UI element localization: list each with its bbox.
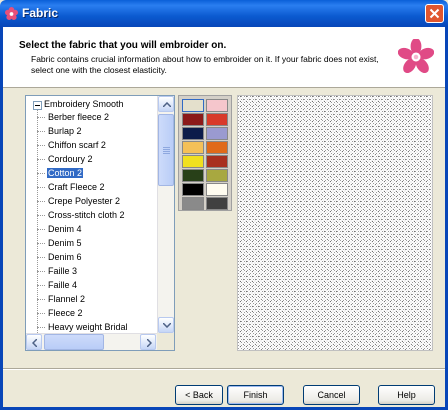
tree-connector [37, 215, 45, 217]
finish-button[interactable]: Finish [227, 385, 284, 405]
color-swatch[interactable] [182, 197, 204, 210]
tree-item-label: Flannel 2 [48, 294, 86, 304]
color-swatch[interactable] [182, 113, 204, 126]
tree-connector [37, 327, 45, 329]
chevron-left-icon [32, 339, 37, 347]
close-button[interactable] [425, 4, 444, 23]
tree-connector [37, 131, 45, 133]
back-button[interactable]: < Back [175, 385, 223, 405]
fabric-tree-panel: Embroidery Smooth Berber fleece 2 Burlap … [25, 95, 175, 351]
tree-item-label: Faille 3 [48, 266, 78, 276]
color-swatch[interactable] [182, 169, 204, 182]
wizard-header: Select the fabric that you will embroide… [3, 27, 445, 88]
chevron-up-icon [163, 102, 171, 107]
tree-item-label: Crepe Polyester 2 [48, 196, 121, 206]
tree-item[interactable]: Denim 6 [37, 251, 83, 264]
color-swatch[interactable] [206, 183, 228, 196]
tree-item[interactable]: Fleece 2 [37, 307, 84, 320]
scroll-up-button[interactable] [158, 96, 174, 112]
tree-connector [37, 313, 45, 315]
tree-item[interactable]: Cross-stitch cloth 2 [37, 209, 126, 222]
help-button[interactable]: Help [378, 385, 435, 405]
tree-item[interactable]: Denim 4 [37, 223, 83, 236]
tree-root-label: Embroidery Smooth [44, 99, 124, 109]
tree-item[interactable]: Crepe Polyester 2 [37, 195, 121, 208]
color-swatch[interactable] [182, 155, 204, 168]
tree-item-label: Denim 6 [48, 252, 82, 262]
tree-connector [37, 187, 45, 189]
tree-connector [37, 285, 45, 287]
tree-connector [37, 243, 45, 245]
fabric-texture [238, 96, 432, 350]
close-icon [429, 8, 440, 19]
vertical-scrollbar[interactable] [157, 96, 174, 333]
tree-item[interactable]: Faille 4 [37, 279, 78, 292]
tree-item-label: Chiffon scarf 2 [48, 140, 106, 150]
tree-item-label: Cross-stitch cloth 2 [48, 210, 125, 220]
tree-item-label: Cotton 2 [47, 168, 84, 178]
tree-item[interactable]: Burlap 2 [37, 125, 83, 138]
chevron-right-icon [147, 339, 152, 347]
tree-item-label: Burlap 2 [48, 126, 82, 136]
tree-item[interactable]: Denim 5 [37, 237, 83, 250]
tree-item-label: Denim 4 [48, 224, 82, 234]
window-title: Fabric [22, 6, 59, 20]
header-title: Select the fabric that you will embroide… [19, 40, 227, 51]
scrollbar-corner [157, 333, 174, 350]
horizontal-scrollbar[interactable] [26, 333, 157, 350]
footer-separator [3, 368, 445, 370]
color-swatch[interactable] [206, 141, 228, 154]
tree-connector [37, 117, 45, 119]
tree-item[interactable]: Berber fleece 2 [37, 111, 110, 124]
color-swatch[interactable] [206, 113, 228, 126]
tree-item[interactable]: Craft Fleece 2 [37, 181, 106, 194]
color-swatch[interactable] [206, 155, 228, 168]
cancel-button[interactable]: Cancel [303, 385, 360, 405]
tree-item[interactable]: Chiffon scarf 2 [37, 139, 107, 152]
tree-item-label: Faille 4 [48, 280, 78, 290]
color-swatch[interactable] [182, 141, 204, 154]
header-description: Fabric contains crucial information abou… [31, 54, 379, 75]
tree-item-label: Craft Fleece 2 [48, 182, 105, 192]
tree-item-label: Denim 5 [48, 238, 82, 248]
color-swatch[interactable] [182, 183, 204, 196]
horizontal-scroll-thumb[interactable] [44, 334, 104, 350]
tree-connector [37, 257, 45, 259]
tree-root[interactable]: Embroidery Smooth [44, 98, 124, 111]
tree-connector [37, 299, 45, 301]
color-swatch[interactable] [206, 99, 228, 112]
scroll-right-button[interactable] [140, 334, 156, 350]
vertical-scroll-thumb[interactable] [158, 114, 174, 186]
fabric-preview [237, 95, 433, 351]
tree-item-label: Fleece 2 [48, 308, 83, 318]
color-swatch[interactable] [182, 99, 204, 112]
title-bar: Fabric [0, 0, 448, 27]
tree-item-label: Cordoury 2 [48, 154, 93, 164]
tree-connector [37, 173, 45, 175]
color-swatch[interactable] [206, 127, 228, 140]
fabric-tree[interactable]: Embroidery Smooth Berber fleece 2 Burlap … [26, 96, 157, 335]
tree-item-label: Heavy weight Bridal [48, 322, 128, 332]
color-swatch[interactable] [206, 169, 228, 182]
tree-item[interactable]: Faille 3 [37, 265, 78, 278]
tree-connector [37, 145, 45, 147]
tree-item[interactable]: Flannel 2 [37, 293, 86, 306]
color-palette [178, 95, 232, 211]
scroll-left-button[interactable] [26, 334, 42, 350]
color-swatch[interactable] [182, 127, 204, 140]
tree-item[interactable]: Cordoury 2 [37, 153, 94, 166]
tree-connector [37, 159, 45, 161]
scroll-down-button[interactable] [158, 317, 174, 333]
tree-item-label: Berber fleece 2 [48, 112, 110, 122]
app-flower-icon [5, 7, 18, 20]
chevron-down-icon [163, 323, 171, 328]
collapse-icon[interactable] [33, 101, 42, 110]
color-swatch[interactable] [206, 197, 228, 210]
flower-logo-icon [398, 39, 434, 74]
tree-connector [37, 271, 45, 273]
tree-item[interactable]: Cotton 2 [37, 167, 84, 180]
tree-connector [37, 201, 45, 203]
tree-connector [37, 229, 45, 231]
